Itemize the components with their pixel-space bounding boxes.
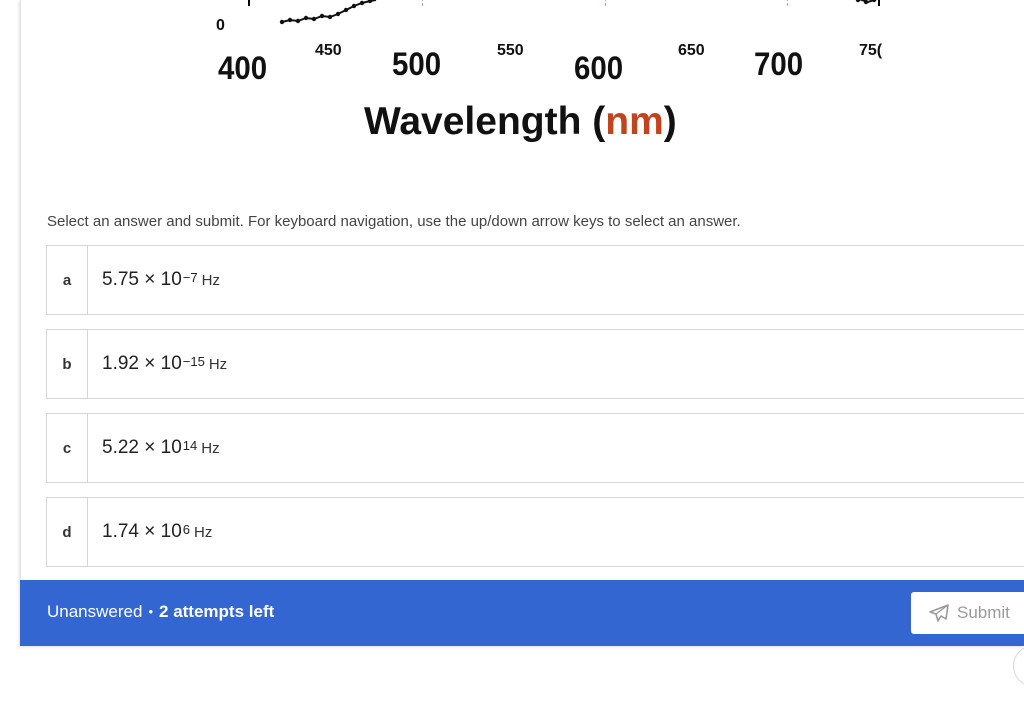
- answer-choice-d[interactable]: d 1.74 × 10 6 Hz: [46, 497, 1024, 567]
- choice-letter: c: [47, 414, 88, 482]
- choice-unit: Hz: [201, 271, 220, 289]
- help-button[interactable]: [1013, 645, 1024, 687]
- instructions-text: Select an answer and submit. For keyboar…: [47, 213, 741, 230]
- choice-unit: Hz: [208, 355, 228, 373]
- choice-value: 5.22 × 10 14 Hz: [102, 414, 220, 482]
- submit-label: Submit: [957, 603, 1010, 622]
- choice-exponent: 14: [182, 437, 198, 453]
- x-axis-title: Wavelength (nm): [364, 100, 677, 144]
- choice-mantissa: 1.74 × 10: [102, 521, 182, 542]
- submission-status-bar: Unanswered • 2 attempts left Submit: [20, 580, 1024, 646]
- choice-mantissa: 1.92 × 10: [102, 353, 182, 374]
- answer-choice-c[interactable]: c 5.22 × 10 14 Hz: [46, 413, 1024, 483]
- x-axis-title-text: Wavelength (: [364, 100, 606, 143]
- answer-state: Unanswered: [47, 602, 143, 621]
- answer-choice-b[interactable]: b 1.92 × 10 −15 Hz: [46, 329, 1024, 399]
- submit-button[interactable]: Submit: [911, 592, 1024, 634]
- choice-value: 1.92 × 10 −15 Hz: [102, 330, 227, 398]
- choice-mantissa: 5.75 × 10: [102, 269, 182, 290]
- paper-plane-icon: [929, 604, 949, 622]
- y-tick-zero: 0: [216, 17, 225, 34]
- choice-exponent: −7: [182, 269, 198, 285]
- choice-exponent: 6: [182, 521, 191, 537]
- status-text: Unanswered • 2 attempts left: [47, 602, 274, 622]
- choice-exponent: −15: [182, 353, 205, 369]
- x-tick-label: 75(: [859, 42, 883, 59]
- x-axis-unit: nm: [605, 100, 664, 143]
- x-tick-label: 500: [392, 46, 442, 82]
- choice-letter: a: [47, 246, 88, 314]
- x-axis-title-close: ): [663, 100, 677, 143]
- x-tick-label: 400: [218, 50, 268, 86]
- x-tick-label: 700: [754, 46, 804, 82]
- choice-letter: b: [47, 330, 88, 398]
- attempts-remaining: 2 attempts left: [159, 602, 275, 621]
- separator-dot: •: [148, 604, 154, 619]
- choice-mantissa: 5.22 × 10: [102, 437, 182, 458]
- x-tick-label: 450: [315, 42, 342, 59]
- choice-letter: d: [47, 498, 88, 566]
- choice-unit: Hz: [194, 523, 213, 541]
- choice-value: 5.75 × 10 −7 Hz: [102, 246, 220, 314]
- data-trace: [279, 0, 878, 25]
- answer-choice-a[interactable]: a 5.75 × 10 −7 Hz: [46, 245, 1024, 315]
- choice-unit: Hz: [201, 439, 220, 457]
- spectrum-figure-fragment: 0 400 500 600 700 450 550 650 75( Wavele…: [0, 0, 1024, 160]
- x-tick-label: 550: [497, 42, 524, 59]
- x-tick-label: 600: [574, 50, 624, 86]
- x-tick-label: 650: [678, 42, 705, 59]
- choice-value: 1.74 × 10 6 Hz: [102, 498, 212, 566]
